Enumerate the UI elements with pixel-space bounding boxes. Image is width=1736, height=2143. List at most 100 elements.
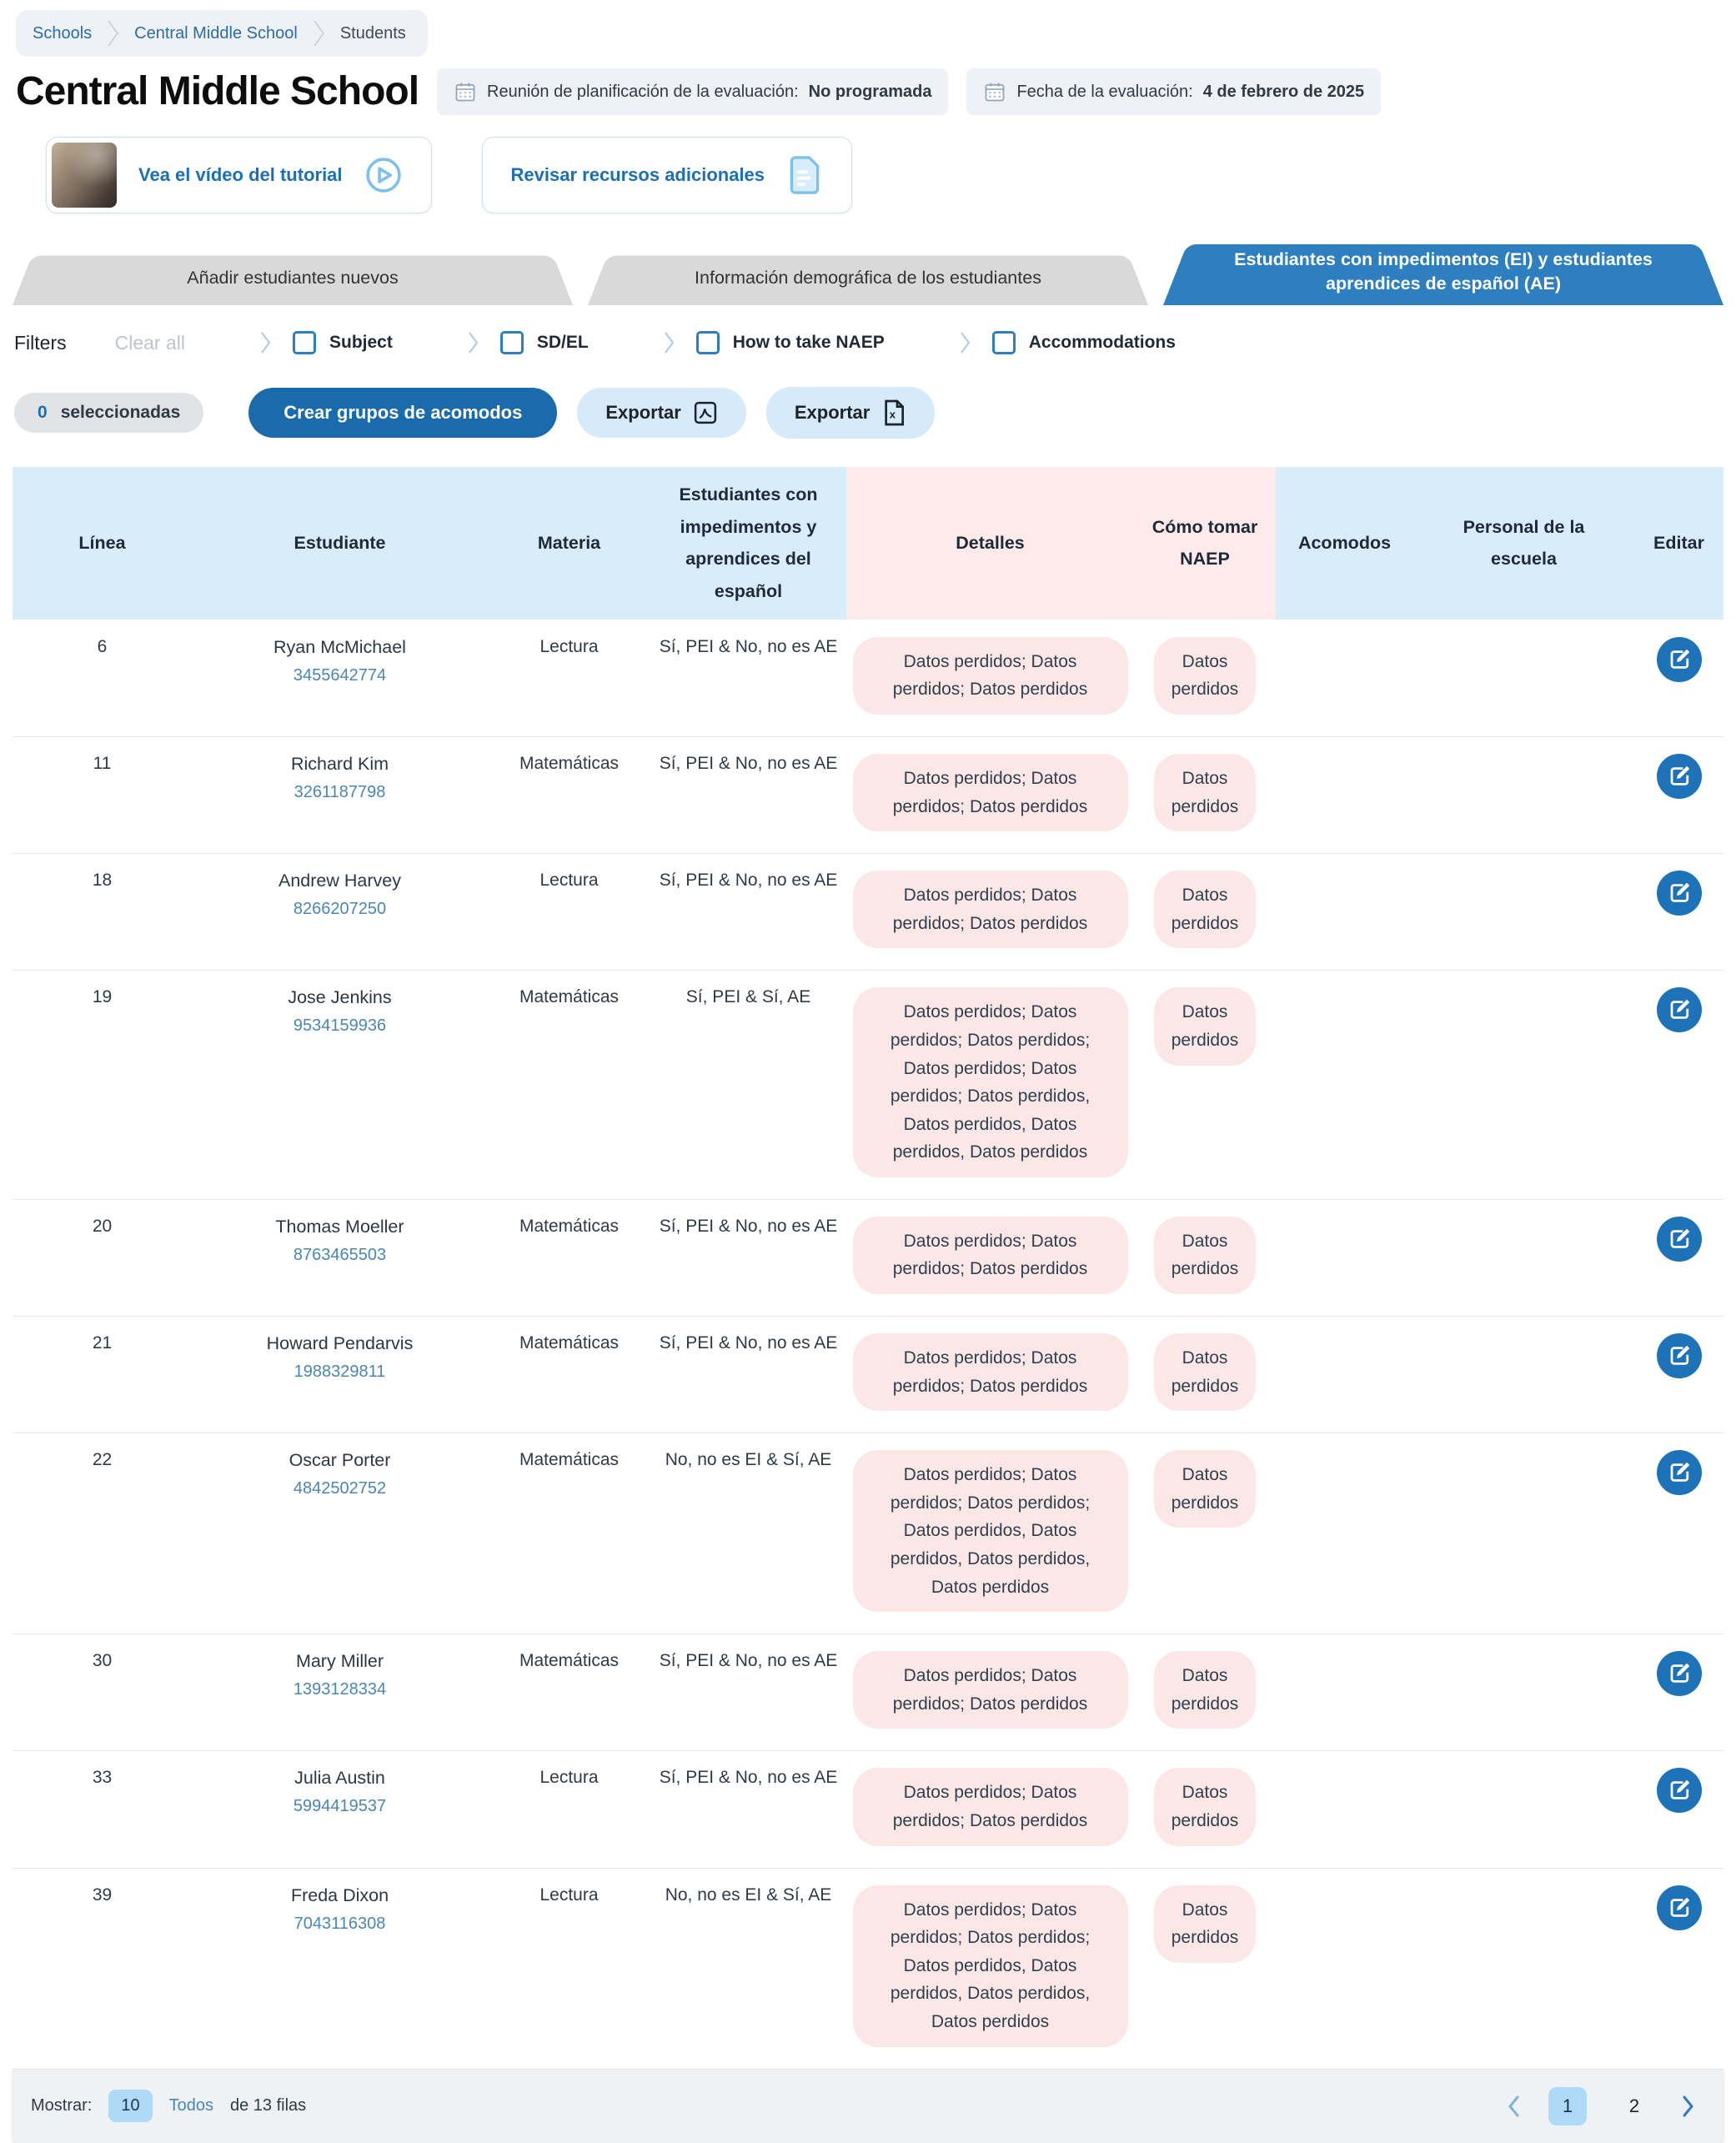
clear-all-link[interactable]: Clear all (115, 332, 185, 354)
breadcrumb-central-middle-school[interactable]: Central Middle School (134, 24, 298, 43)
filter-how-to-take-naep[interactable]: How to take NAEP (696, 331, 885, 354)
cell-details: Datos perdidos; Datos perdidos; Datos pe… (846, 1869, 1134, 2069)
export-pdf-button[interactable]: Exportar (577, 388, 745, 438)
tab-add-new-students[interactable]: Añadir estudiantes nuevos (13, 252, 573, 305)
filters-row: Filters Clear all Subject SD/EL How to t… (14, 330, 1723, 355)
table-row: 22 Oscar Porter 4842502752 Matemáticas N… (13, 1433, 1723, 1634)
cell-student: Mary Miller 1393128334 (192, 1634, 488, 1750)
naep-missing-data-pill: Datos perdidos (1154, 987, 1256, 1065)
edit-student-button[interactable] (1657, 1217, 1702, 1262)
naep-missing-data-pill: Datos perdidos (1154, 1450, 1256, 1528)
filter-sd-el[interactable]: SD/EL (500, 331, 589, 354)
cell-school-staff (1413, 1433, 1634, 1634)
tutorial-video-card[interactable]: Vea el vídeo del tutorial (46, 137, 432, 213)
edit-student-button[interactable] (1657, 637, 1702, 682)
student-id-link[interactable]: 1988329811 (294, 1363, 386, 1382)
student-id-link[interactable]: 5994419537 (294, 1797, 386, 1816)
additional-resources-card[interactable]: Revisar recursos adicionales (482, 137, 853, 213)
chevron-right-icon (468, 330, 479, 355)
show-all-button[interactable]: Todos (169, 2096, 213, 2115)
edit-student-button[interactable] (1657, 1651, 1702, 1696)
total-rows-label: de 13 filas (230, 2096, 306, 2115)
edit-student-button[interactable] (1657, 1333, 1702, 1378)
page-size-10-button[interactable]: 10 (108, 2090, 152, 2122)
cell-edit (1634, 1317, 1723, 1433)
student-name: Oscar Porter (289, 1450, 391, 1471)
naep-missing-data-pill: Datos perdidos (1154, 1768, 1256, 1845)
student-id-link[interactable]: 1393128334 (294, 1680, 386, 1699)
cell-accommodations (1276, 737, 1413, 853)
page-size-controls: Mostrar: 10 Todos de 13 filas (31, 2090, 306, 2122)
next-page-button[interactable] (1682, 2095, 1695, 2118)
cell-student: Howard Pendarvis 1988329811 (192, 1317, 488, 1433)
cell-sd-el-status: Sí, PEI & No, no es AE (650, 620, 846, 736)
filter-accommodations[interactable]: Accommodations (992, 331, 1176, 354)
cell-school-staff (1413, 854, 1634, 970)
tabs: Añadir estudiantes nuevos Información de… (13, 238, 1723, 305)
cell-subject: Matemáticas (488, 1433, 650, 1634)
edit-student-button[interactable] (1657, 1450, 1702, 1495)
edit-student-button[interactable] (1657, 1768, 1702, 1813)
edit-student-button[interactable] (1657, 871, 1702, 916)
cell-line-number: 6 (13, 620, 192, 736)
calendar-icon (983, 80, 1006, 103)
column-header-details: Detalles (846, 467, 1134, 620)
details-missing-data-pill: Datos perdidos; Datos perdidos; Datos pe… (853, 1450, 1128, 1612)
previous-page-button[interactable] (1507, 2095, 1520, 2118)
student-id-link[interactable]: 3261187798 (294, 783, 386, 802)
cell-how-to-take-naep: Datos perdidos (1134, 1869, 1276, 2069)
details-missing-data-pill: Datos perdidos; Datos perdidos; Datos pe… (853, 1768, 1128, 1845)
details-missing-data-pill: Datos perdidos; Datos perdidos; Datos pe… (853, 754, 1128, 831)
naep-missing-data-pill: Datos perdidos (1154, 637, 1256, 715)
chevron-right-icon (664, 330, 675, 355)
cell-subject: Lectura (488, 620, 650, 736)
tab-sd-el-students[interactable]: Estudiantes con impedimentos (EI) y estu… (1163, 238, 1723, 305)
cell-sd-el-status: Sí, PEI & No, no es AE (650, 1634, 846, 1750)
page-2-button[interactable]: 2 (1615, 2087, 1653, 2125)
subject-checkbox[interactable] (293, 331, 316, 354)
sd-el-checkbox[interactable] (500, 331, 524, 354)
student-id-link[interactable]: 9534159936 (294, 1016, 386, 1036)
cell-how-to-take-naep: Datos perdidos (1134, 1433, 1276, 1634)
filter-subject[interactable]: Subject (293, 331, 393, 354)
cell-edit (1634, 1751, 1723, 1867)
filter-label: SD/EL (537, 333, 589, 353)
how-to-take-naep-checkbox[interactable] (696, 331, 720, 354)
column-header-student: Estudiante (192, 467, 488, 620)
student-name: Howard Pendarvis (267, 1333, 414, 1354)
export-excel-button[interactable]: Exportar x (766, 387, 935, 439)
student-name: Andrew Harvey (278, 871, 401, 891)
cell-school-staff (1413, 1869, 1634, 2069)
student-name: Richard Kim (291, 754, 389, 775)
naep-missing-data-pill: Datos perdidos (1154, 1651, 1256, 1729)
cell-sd-el-status: Sí, PEI & No, no es AE (650, 737, 846, 853)
export-excel-label: Exportar (795, 402, 870, 424)
breadcrumb-schools[interactable]: Schools (33, 24, 92, 43)
table-row: 18 Andrew Harvey 8266207250 Lectura Sí, … (13, 854, 1723, 971)
video-thumbnail (52, 143, 117, 208)
page-1-button[interactable]: 1 (1548, 2087, 1587, 2125)
cell-accommodations (1276, 1634, 1413, 1750)
edit-student-button[interactable] (1657, 754, 1702, 799)
assessment-date-value: 4 de febrero de 2025 (1203, 83, 1364, 102)
cell-edit (1634, 971, 1723, 1199)
cell-how-to-take-naep: Datos perdidos (1134, 1634, 1276, 1750)
title-row: Central Middle School Reunión de planifi… (16, 68, 1723, 115)
student-id-link[interactable]: 8266207250 (294, 900, 386, 919)
accommodations-checkbox[interactable] (992, 331, 1016, 354)
cell-accommodations (1276, 1317, 1413, 1433)
cell-accommodations (1276, 1433, 1413, 1634)
student-id-link[interactable]: 3455642774 (294, 666, 386, 685)
student-id-link[interactable]: 8763465503 (294, 1246, 386, 1265)
student-id-link[interactable]: 7043116308 (294, 1915, 386, 1934)
edit-student-button[interactable] (1657, 1885, 1702, 1930)
create-accommodation-groups-button[interactable]: Crear grupos de acomodos (248, 388, 557, 438)
cell-subject: Matemáticas (488, 1634, 650, 1750)
cell-sd-el-status: No, no es EI & Sí, AE (650, 1433, 846, 1634)
edit-student-button[interactable] (1657, 987, 1702, 1032)
chevron-right-icon (260, 330, 271, 355)
cell-sd-el-status: Sí, PEI & Sí, AE (650, 971, 846, 1199)
details-missing-data-pill: Datos perdidos; Datos perdidos; Datos pe… (853, 987, 1128, 1177)
student-id-link[interactable]: 4842502752 (294, 1479, 386, 1498)
tab-demographic-info[interactable]: Información demográfica de los estudiant… (588, 252, 1148, 305)
